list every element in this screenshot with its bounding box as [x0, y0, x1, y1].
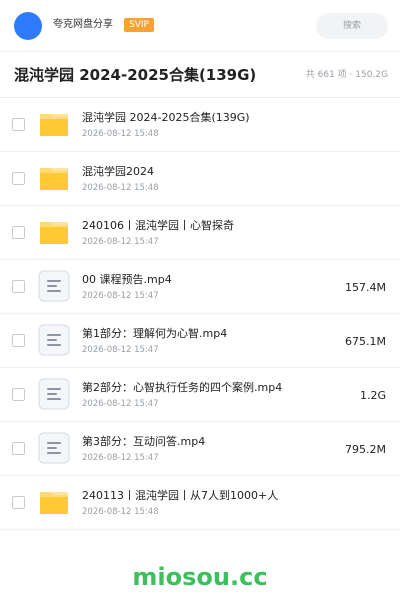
file-row[interactable]: 240113丨混沌学园丨从7人到1000+人 2026-08-12 15:48	[0, 476, 400, 530]
file-size: 795.2M	[345, 443, 386, 456]
folder-icon	[38, 486, 70, 518]
file-date: 2026-08-12 15:48	[82, 183, 159, 193]
file-name: 第2部分：心智执行任务的四个案例.mp4	[82, 381, 283, 394]
video-file-icon	[38, 324, 70, 356]
file-date: 2026-08-12 15:48	[82, 129, 159, 139]
file-list: 混沌学园 2024-2025合集(139G) 2026-08-12 15:48 …	[0, 98, 400, 530]
file-row[interactable]: 00 课程预告.mp4 2026-08-12 15:47 157.4M	[0, 260, 400, 314]
file-name: 00 课程预告.mp4	[82, 273, 172, 286]
file-size: 1.2G	[359, 389, 386, 402]
folder-header: 混沌学园 2024-2025合集(139G) 共 661 项 · 150.2G	[0, 52, 400, 98]
row-checkbox[interactable]	[12, 442, 25, 455]
video-file-icon	[38, 432, 70, 464]
row-checkbox[interactable]	[12, 496, 25, 509]
file-size: 157.4M	[345, 281, 386, 294]
file-row[interactable]: 第2部分：心智执行任务的四个案例.mp4 2026-08-12 15:47 1.…	[0, 368, 400, 422]
avatar[interactable]	[14, 12, 42, 40]
folder-icon	[38, 162, 70, 194]
file-name: 240113丨混沌学园丨从7人到1000+人	[82, 489, 279, 502]
file-name: 混沌学园 2024-2025合集(139G)	[82, 111, 250, 124]
file-name: 混沌学园2024	[82, 165, 154, 178]
file-date: 2026-08-12 15:47	[82, 237, 159, 247]
row-checkbox[interactable]	[12, 388, 25, 401]
user-name: 夸克网盘分享	[53, 19, 113, 30]
video-file-icon	[38, 270, 70, 302]
file-name: 第1部分：理解何为心智.mp4	[82, 327, 228, 340]
file-date: 2026-08-12 15:48	[82, 507, 159, 517]
row-checkbox[interactable]	[12, 280, 25, 293]
file-date: 2026-08-12 15:47	[82, 291, 159, 301]
svip-badge: SVIP	[124, 18, 154, 32]
file-date: 2026-08-12 15:47	[82, 453, 159, 463]
file-row[interactable]: 第1部分：理解何为心智.mp4 2026-08-12 15:47 675.1M	[0, 314, 400, 368]
video-file-icon	[38, 378, 70, 410]
folder-icon	[38, 216, 70, 248]
watermark: miosou.cc	[132, 563, 268, 591]
page-title: 混沌学园 2024-2025合集(139G)	[14, 66, 257, 84]
search-input[interactable]: 搜索	[316, 13, 388, 39]
file-name: 第3部分：互动问答.mp4	[82, 435, 206, 448]
file-date: 2026-08-12 15:47	[82, 345, 159, 355]
row-checkbox[interactable]	[12, 226, 25, 239]
file-row[interactable]: 240106丨混沌学园丨心智探奇 2026-08-12 15:47	[0, 206, 400, 260]
file-date: 2026-08-12 15:47	[82, 399, 159, 409]
row-checkbox[interactable]	[12, 118, 25, 131]
folder-icon	[38, 108, 70, 140]
row-checkbox[interactable]	[12, 334, 25, 347]
file-size: 675.1M	[345, 335, 386, 348]
file-row[interactable]: 第3部分：互动问答.mp4 2026-08-12 15:47 795.2M	[0, 422, 400, 476]
item-summary: 共 661 项 · 150.2G	[305, 70, 388, 80]
file-name: 240106丨混沌学园丨心智探奇	[82, 219, 234, 232]
file-row[interactable]: 混沌学园2024 2026-08-12 15:48	[0, 152, 400, 206]
top-bar: 夸克网盘分享 SVIP 搜索	[0, 0, 400, 52]
row-checkbox[interactable]	[12, 172, 25, 185]
file-row[interactable]: 混沌学园 2024-2025合集(139G) 2026-08-12 15:48	[0, 98, 400, 152]
